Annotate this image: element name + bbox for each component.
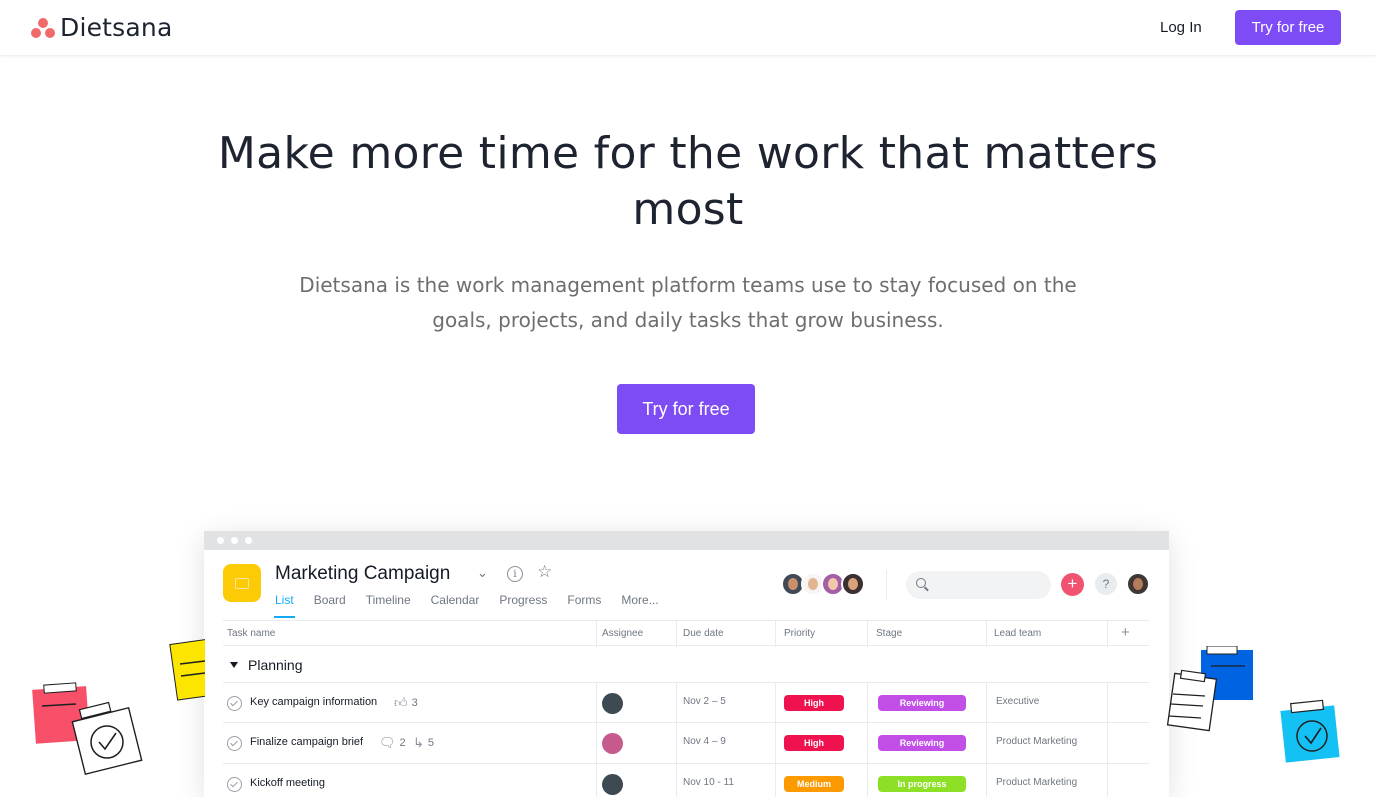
try-for-free-nav-button[interactable]: Try for free <box>1235 10 1341 45</box>
product-preview-window: Marketing Campaign ⌄ i ☆ List Board Time… <box>204 531 1169 797</box>
priority-badge[interactable]: Medium <box>784 776 844 792</box>
table-header: Task name Assignee Due date Priority Sta… <box>223 620 1149 647</box>
tab-timeline[interactable]: Timeline <box>366 593 411 607</box>
due-date: Nov 2 – 5 <box>683 696 726 707</box>
user-avatar[interactable] <box>1126 572 1150 596</box>
assignee-avatar[interactable] <box>602 693 623 714</box>
hero-title: Make more time for the work that matters… <box>217 128 1159 235</box>
search-icon <box>916 578 926 588</box>
window-dot <box>231 537 238 544</box>
column-task-name[interactable]: Task name <box>227 628 275 639</box>
subtasks-count[interactable]: ↳ 5 <box>413 735 434 751</box>
tab-board[interactable]: Board <box>314 593 346 607</box>
column-due-date[interactable]: Due date <box>683 628 724 639</box>
column-lead-team[interactable]: Lead team <box>994 628 1041 639</box>
complete-task-checkbox[interactable] <box>227 736 242 751</box>
brand-name: Dietsana <box>60 13 173 42</box>
stage-badge[interactable]: In progress <box>878 776 966 792</box>
due-date: Nov 10 - 11 <box>683 777 734 788</box>
star-icon[interactable]: ☆ <box>537 562 552 582</box>
comment-icon: 🗨︎ <box>379 735 396 750</box>
assignee-avatar[interactable] <box>602 774 623 795</box>
tab-calendar[interactable]: Calendar <box>431 593 480 607</box>
lead-team: Product Marketing <box>996 736 1078 747</box>
chevron-down-icon[interactable]: ⌄ <box>477 565 488 581</box>
add-button[interactable]: + <box>1061 573 1084 596</box>
section-planning[interactable]: Planning <box>230 657 303 673</box>
complete-task-checkbox[interactable] <box>227 777 242 792</box>
project-list-icon <box>223 564 261 602</box>
task-name: Finalize campaign brief <box>250 736 364 748</box>
table-row[interactable]: Key campaign information 👍︎ 3 Nov 2 – 5 H… <box>223 682 1149 724</box>
subtask-icon: ↳ <box>413 735 424 750</box>
tab-list[interactable]: List <box>274 593 295 618</box>
avatar <box>841 572 865 596</box>
project-title: Marketing Campaign <box>275 563 451 584</box>
stage-badge[interactable]: Reviewing <box>878 695 966 711</box>
thumbs-up-icon: 👍︎ <box>394 695 408 710</box>
search-input[interactable] <box>906 571 1051 599</box>
caret-down-icon <box>230 662 238 668</box>
likes-count[interactable]: 👍︎ 3 <box>394 695 418 711</box>
login-link[interactable]: Log In <box>1160 19 1202 36</box>
priority-badge[interactable]: High <box>784 695 844 711</box>
help-icon[interactable]: ? <box>1095 573 1117 595</box>
logo-dots-icon <box>31 16 56 40</box>
priority-badge[interactable]: High <box>784 735 844 751</box>
window-dot <box>245 537 252 544</box>
info-icon[interactable]: i <box>507 566 523 582</box>
task-name: Kickoff meeting <box>250 777 326 789</box>
column-priority[interactable]: Priority <box>784 628 815 639</box>
add-column-icon[interactable]: + <box>1121 624 1130 641</box>
table-row[interactable]: Kickoff meeting Nov 10 - 11 Medium In pr… <box>223 764 1149 797</box>
lead-team: Product Marketing <box>996 777 1078 788</box>
sticky-notes-left-illustration <box>32 638 205 776</box>
due-date: Nov 4 – 9 <box>683 736 726 747</box>
task-name: Key campaign information <box>250 696 378 708</box>
table-row[interactable]: Finalize campaign brief 🗨︎ 2 ↳ 5 Nov 4 – 9… <box>223 723 1149 764</box>
brand-logo[interactable]: Dietsana <box>31 13 173 42</box>
project-tabs: List Board Timeline Calendar Progress Fo… <box>274 593 679 618</box>
lead-team: Executive <box>996 696 1040 707</box>
column-stage[interactable]: Stage <box>876 628 902 639</box>
tab-more[interactable]: More... <box>621 593 658 607</box>
window-titlebar <box>204 531 1169 550</box>
window-dot <box>217 537 224 544</box>
sticky-notes-right-illustration <box>1166 646 1340 763</box>
top-navbar: Dietsana Log In Try for free <box>0 0 1376 55</box>
complete-task-checkbox[interactable] <box>227 696 242 711</box>
comments-count[interactable]: 🗨︎ 2 <box>379 735 406 751</box>
stage-badge[interactable]: Reviewing <box>878 735 966 751</box>
tab-progress[interactable]: Progress <box>499 593 547 607</box>
hero-subtitle: Dietsana is the work management platform… <box>299 273 1077 332</box>
tab-forms[interactable]: Forms <box>567 593 601 607</box>
divider <box>886 570 887 600</box>
column-assignee[interactable]: Assignee <box>602 628 643 639</box>
try-for-free-hero-button[interactable]: Try for free <box>617 384 755 434</box>
section-title: Planning <box>248 657 303 673</box>
assignee-avatar[interactable] <box>602 733 623 754</box>
